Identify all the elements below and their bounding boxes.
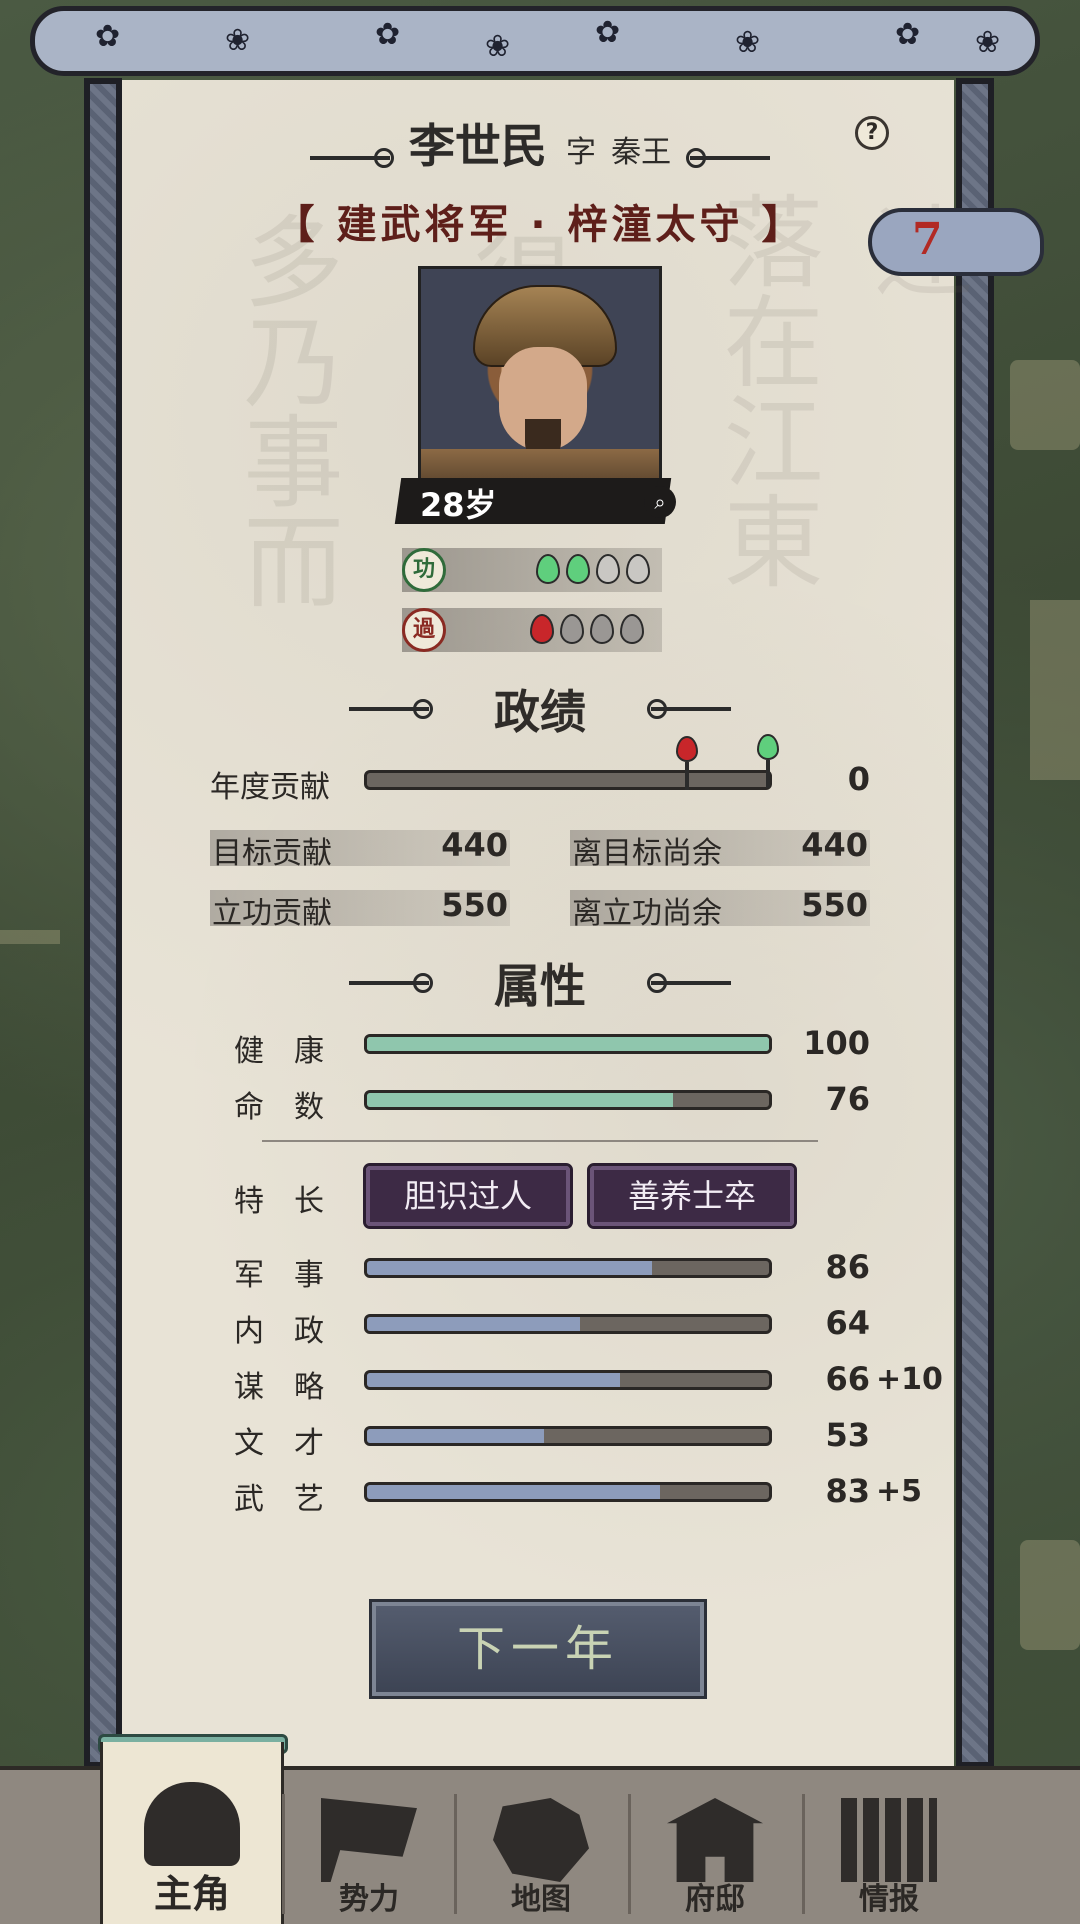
stat-value-literary: 53 xyxy=(825,1416,870,1454)
cloud-badge-number: 7 xyxy=(912,214,943,265)
merit-drop-icon xyxy=(626,554,650,584)
intel-scroll-icon xyxy=(841,1798,937,1882)
nav-tab-protagonist[interactable]: 主角 xyxy=(100,1742,284,1924)
stat-bar-strategy xyxy=(364,1370,772,1390)
stat-label-politics: 内 政 xyxy=(234,1314,324,1349)
fault-drop-icon xyxy=(530,614,554,644)
stat-fill xyxy=(367,1317,581,1331)
faction-flag-icon xyxy=(321,1798,417,1882)
help-icon[interactable]: ? xyxy=(855,116,889,150)
nav-label: 情报 xyxy=(859,1882,919,1917)
remain-merit-value: 550 xyxy=(801,886,868,924)
nav-tab-intel[interactable]: 情报 xyxy=(800,1770,978,1924)
scroll-left-border xyxy=(84,78,122,1768)
nav-label: 地图 xyxy=(511,1882,571,1917)
annual-contribution-value: 0 xyxy=(847,760,870,798)
merit-marker-icon xyxy=(757,734,779,760)
remain-target-value: 440 xyxy=(801,826,868,864)
zoom-icon[interactable]: ⌕ xyxy=(644,486,676,518)
trait-badge[interactable]: 胆识过人 xyxy=(363,1163,573,1229)
remain-target-label: 离目标尚余 xyxy=(572,836,722,871)
stat-bonus-strategy: +10 xyxy=(876,1362,943,1397)
mansion-icon xyxy=(667,1798,763,1882)
merit-badge: 功 xyxy=(402,548,446,592)
stat-fill xyxy=(367,1373,621,1387)
ornament-left xyxy=(309,147,394,168)
nav-label: 势力 xyxy=(339,1882,399,1917)
stat-fill xyxy=(367,1261,653,1275)
fate-bar xyxy=(364,1090,772,1110)
annual-contribution-bar xyxy=(364,770,772,790)
fate-label: 命 数 xyxy=(234,1090,324,1125)
nav-label: 主角 xyxy=(153,1872,230,1916)
stat-bar-politics xyxy=(364,1314,772,1334)
target-marker-pole xyxy=(685,762,689,790)
character-portrait[interactable] xyxy=(418,266,662,496)
nav-tab-mansion[interactable]: 府邸 xyxy=(626,1770,804,1924)
performance-heading: 政绩 xyxy=(0,676,1080,742)
merit-contribution-label: 立功贡献 xyxy=(212,896,332,931)
fate-value: 76 xyxy=(825,1080,870,1118)
stat-value-martial: 83 xyxy=(825,1472,870,1510)
nav-label: 府邸 xyxy=(685,1882,745,1917)
stat-value-strategy: 66 xyxy=(825,1360,870,1398)
protagonist-icon xyxy=(144,1782,240,1866)
stat-label-martial: 武 艺 xyxy=(234,1482,324,1517)
target-contribution-value: 440 xyxy=(441,826,508,864)
fault-badge: 過 xyxy=(402,608,446,652)
courtesy-name: 秦王 xyxy=(611,135,672,170)
character-name: 李世民 xyxy=(408,119,547,173)
ornament-right xyxy=(686,147,771,168)
merit-drop-icon xyxy=(596,554,620,584)
character-age: 28岁 xyxy=(420,486,497,524)
merit-drop-icon xyxy=(536,554,560,584)
stat-value-military: 86 xyxy=(825,1248,870,1286)
target-marker-icon xyxy=(676,736,698,762)
ornament-right xyxy=(647,973,732,993)
trait-badge[interactable]: 善养士卒 xyxy=(587,1163,797,1229)
annual-contribution-label: 年度贡献 xyxy=(210,770,330,805)
stat-value-politics: 64 xyxy=(825,1304,870,1342)
health-value: 100 xyxy=(803,1024,870,1062)
stat-label-strategy: 谋 略 xyxy=(234,1370,324,1405)
attributes-divider xyxy=(262,1140,818,1142)
character-title: 李世民 字 秦王 xyxy=(0,110,1080,176)
target-contribution-label: 目标贡献 xyxy=(212,836,332,871)
ornament-left xyxy=(348,699,433,719)
attributes-heading: 属性 xyxy=(0,950,1080,1016)
ornament-left xyxy=(348,973,433,993)
bottom-nav: 主角 势力 地图 府邸 情报 xyxy=(0,1742,1080,1924)
nav-tab-map[interactable]: 地图 xyxy=(452,1770,630,1924)
health-label: 健 康 xyxy=(234,1034,324,1069)
stat-bar-martial xyxy=(364,1482,772,1502)
stat-label-military: 军 事 xyxy=(234,1258,324,1293)
cloud-badge-icon[interactable] xyxy=(868,208,1044,276)
map-icon xyxy=(493,1798,589,1882)
merit-contribution-value: 550 xyxy=(441,886,508,924)
courtesy-name-label: 字 xyxy=(566,135,596,170)
ornament-right xyxy=(647,699,732,719)
merit-marker-pole xyxy=(766,760,770,788)
stat-bonus-martial: +5 xyxy=(876,1474,923,1509)
health-fill xyxy=(367,1037,769,1051)
fault-drop-icon xyxy=(590,614,614,644)
stat-label-literary: 文 才 xyxy=(234,1426,324,1461)
health-bar xyxy=(364,1034,772,1054)
stat-bar-literary xyxy=(364,1426,772,1446)
remain-merit-label: 离立功尚余 xyxy=(572,896,722,931)
nav-tab-faction[interactable]: 势力 xyxy=(280,1770,458,1924)
fault-drop-icon xyxy=(560,614,584,644)
fate-fill xyxy=(367,1093,673,1107)
stat-bar-military xyxy=(364,1258,772,1278)
scroll-top-rod: ✿ ❀ ✿ ❀ ✿ ❀ ✿ ❀ xyxy=(30,6,1040,76)
performance-title: 政绩 xyxy=(494,685,586,739)
attributes-title: 属性 xyxy=(494,959,586,1013)
stat-fill xyxy=(367,1485,661,1499)
scroll-right-border xyxy=(956,78,994,1768)
next-year-button[interactable]: 下一年 xyxy=(369,1599,707,1699)
traits-label: 特 长 xyxy=(234,1184,324,1219)
stat-fill xyxy=(367,1429,544,1443)
merit-drop-icon xyxy=(566,554,590,584)
fault-drop-icon xyxy=(620,614,644,644)
